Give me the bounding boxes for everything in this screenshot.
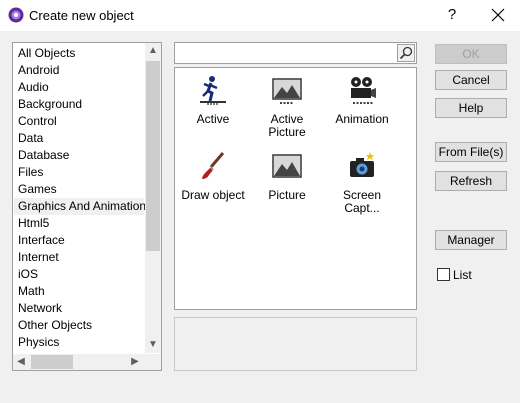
landscape-picture-icon bbox=[272, 154, 302, 178]
category-item-html5[interactable]: Html5 bbox=[18, 215, 49, 232]
object-label-picture: Picture bbox=[268, 188, 306, 202]
landscape-picture-icon bbox=[272, 78, 302, 104]
category-item-ios[interactable]: iOS bbox=[18, 266, 38, 283]
running-man-icon bbox=[200, 76, 226, 105]
object-label-active-picture: Active Picture bbox=[268, 112, 306, 139]
object-item-animation[interactable]: Animation bbox=[326, 74, 398, 126]
category-list[interactable]: All Objects Android Audio Background Con… bbox=[12, 42, 162, 371]
film-projector-icon bbox=[351, 77, 376, 104]
manager-button[interactable]: Manager bbox=[435, 230, 507, 250]
object-item-active[interactable]: Active bbox=[177, 74, 249, 126]
list-checkbox-label: List bbox=[453, 268, 472, 282]
close-button[interactable] bbox=[486, 5, 510, 25]
chevron-left-icon[interactable]: ◀ bbox=[13, 354, 29, 370]
search-icon bbox=[399, 46, 413, 60]
object-item-picture[interactable]: Picture bbox=[251, 150, 323, 202]
object-label-active: Active bbox=[196, 112, 230, 126]
category-vertical-scrollbar[interactable]: ▲ ▼ bbox=[145, 43, 161, 353]
vertical-scroll-thumb[interactable] bbox=[146, 61, 160, 251]
category-item-network[interactable]: Network bbox=[18, 300, 62, 317]
app-logo-icon bbox=[8, 7, 24, 23]
close-icon bbox=[491, 8, 505, 22]
category-item-other-objects[interactable]: Other Objects bbox=[18, 317, 92, 334]
window-title: Create new object bbox=[29, 8, 134, 23]
list-checkbox[interactable] bbox=[437, 268, 450, 281]
from-files-button[interactable]: From File(s) bbox=[435, 142, 507, 162]
category-item-games[interactable]: Games bbox=[18, 181, 57, 198]
category-item-internet[interactable]: Internet bbox=[18, 249, 59, 266]
category-item-graphics-and-animations[interactable]: Graphics And Animations bbox=[14, 198, 152, 215]
objects-panel: Active Active Picture Animation Draw obj… bbox=[174, 67, 417, 310]
ok-button[interactable]: OK bbox=[435, 44, 507, 64]
help-button[interactable]: Help bbox=[435, 98, 507, 118]
category-horizontal-scrollbar[interactable]: ◀ ▶ bbox=[13, 354, 161, 370]
category-item-all-objects[interactable]: All Objects bbox=[18, 45, 75, 62]
chevron-up-icon[interactable]: ▲ bbox=[145, 43, 161, 59]
category-item-data[interactable]: Data bbox=[18, 130, 43, 147]
search-button[interactable] bbox=[397, 44, 415, 62]
category-item-math[interactable]: Math bbox=[18, 283, 45, 300]
object-label-animation: Animation bbox=[335, 112, 389, 126]
refresh-button[interactable]: Refresh bbox=[435, 171, 507, 191]
camera-icon bbox=[350, 152, 374, 177]
object-item-draw-object[interactable]: Draw object bbox=[177, 150, 249, 202]
object-label-draw-object: Draw object bbox=[181, 188, 245, 202]
category-item-physics[interactable]: Physics bbox=[18, 334, 59, 351]
horizontal-scroll-thumb[interactable] bbox=[31, 355, 73, 369]
category-item-background[interactable]: Background bbox=[18, 96, 82, 113]
object-item-screen-capture[interactable]: Screen Capt... bbox=[326, 150, 398, 215]
title-bar: Create new object ? bbox=[0, 0, 520, 31]
paintbrush-icon bbox=[202, 152, 225, 179]
category-item-audio[interactable]: Audio bbox=[18, 79, 49, 96]
chevron-down-icon[interactable]: ▼ bbox=[145, 337, 161, 353]
category-item-interface[interactable]: Interface bbox=[18, 232, 65, 249]
help-question-button[interactable]: ? bbox=[440, 5, 464, 25]
chevron-right-icon[interactable]: ▶ bbox=[127, 354, 143, 370]
category-item-control[interactable]: Control bbox=[18, 113, 57, 130]
search-input[interactable] bbox=[174, 42, 417, 64]
object-item-active-picture[interactable]: Active Picture bbox=[251, 74, 323, 139]
cancel-button[interactable]: Cancel bbox=[435, 70, 507, 90]
category-item-database[interactable]: Database bbox=[18, 147, 69, 164]
object-label-screen-capture: Screen Capt... bbox=[342, 188, 382, 215]
category-item-files[interactable]: Files bbox=[18, 164, 43, 181]
category-item-android[interactable]: Android bbox=[18, 62, 59, 79]
description-panel bbox=[174, 317, 417, 371]
